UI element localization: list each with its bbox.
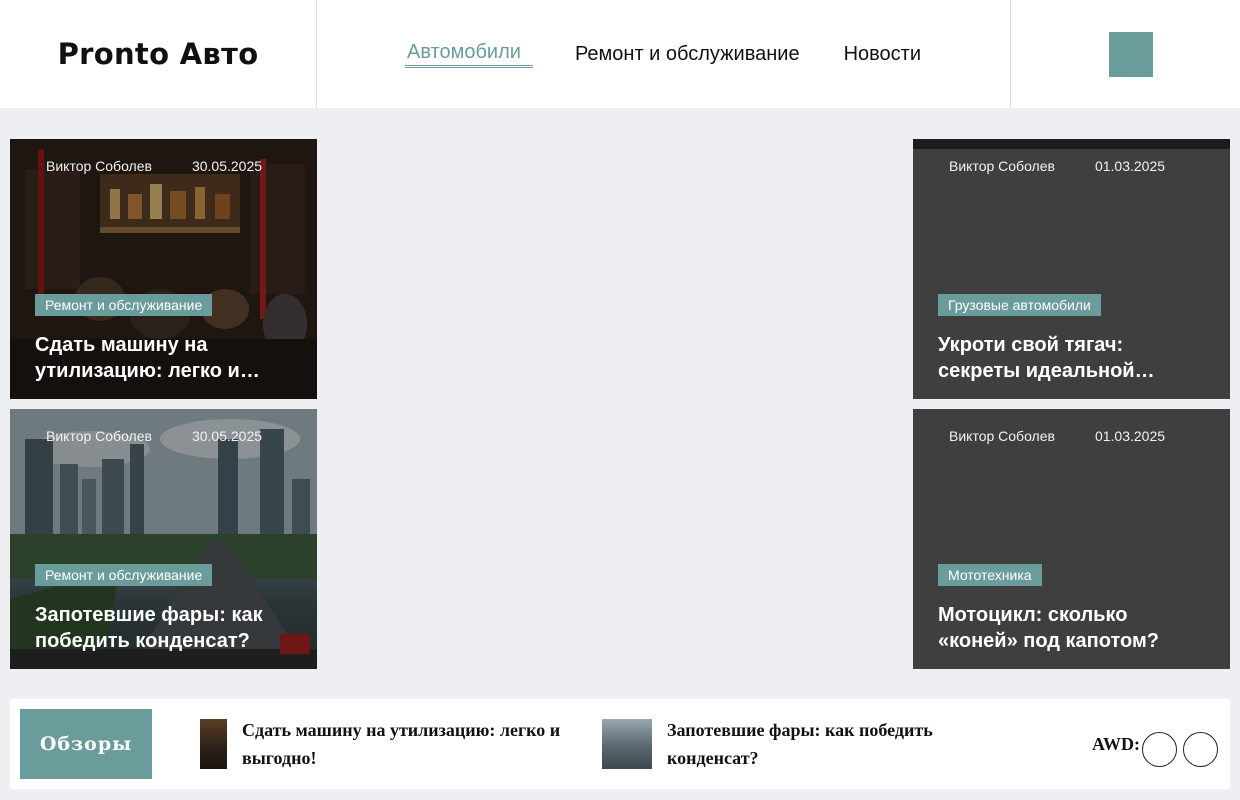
review-title[interactable]: Запотевшие фары: как победить конденсат?: [667, 716, 962, 772]
review-item[interactable]: Запотевшие фары: как победить конденсат?: [602, 709, 962, 779]
article-card[interactable]: Виктор Соболев 01.03.2025 Грузовые автом…: [913, 139, 1230, 399]
article-meta: Виктор Соболев 01.03.2025: [949, 158, 1165, 174]
category-tag[interactable]: Ремонт и обслуживание: [35, 294, 213, 316]
review-item[interactable]: AWD: … вам г…: [1092, 709, 1140, 779]
reviews-strip: Обзоры Сдать машину на утилизацию: легко…: [10, 699, 1230, 789]
review-thumbnail[interactable]: [200, 719, 227, 769]
nav-item-news[interactable]: Новости: [842, 43, 923, 66]
article-date: 01.03.2025: [1094, 158, 1166, 174]
carousel-next-button[interactable]: [1183, 732, 1218, 767]
article-date: 30.05.2025: [191, 428, 263, 444]
logo-cell: Pronto Авто: [0, 0, 317, 108]
article-card[interactable]: Виктор Соболев 30.05.2025 Ремонт и обслу…: [10, 139, 317, 399]
article-author[interactable]: Виктор Соболев: [46, 428, 152, 444]
article-title[interactable]: Запотевшие фары: как победить конденсат?: [35, 602, 295, 654]
article-card[interactable]: Виктор Соболев 01.03.2025 Мототехника Мо…: [913, 409, 1230, 669]
review-title[interactable]: AWD: … вам г…: [1092, 730, 1140, 758]
category-tag[interactable]: Мототехника: [938, 564, 1042, 586]
review-thumbnail[interactable]: [602, 719, 652, 769]
article-title[interactable]: Мотоцикл: сколько «коней» под капотом?: [938, 602, 1188, 654]
menu-button[interactable]: [1109, 32, 1153, 77]
article-author[interactable]: Виктор Соболев: [949, 428, 1055, 444]
carousel-prev-button[interactable]: [1142, 732, 1177, 767]
article-date: 30.05.2025: [191, 158, 263, 174]
header-actions: [1010, 0, 1240, 108]
category-tag[interactable]: Грузовые автомобили: [938, 294, 1101, 316]
article-title[interactable]: Сдать машину на утилизацию: легко и…: [35, 332, 285, 384]
article-meta: Виктор Соболев 01.03.2025: [949, 428, 1165, 444]
review-title[interactable]: Сдать машину на утилизацию: легко и выго…: [242, 716, 580, 772]
article-date: 01.03.2025: [1094, 428, 1166, 444]
image-strip: [913, 139, 1230, 149]
article-author[interactable]: Виктор Соболев: [46, 158, 152, 174]
site-header: Pronto Авто Автомобили Ремонт и обслужив…: [0, 0, 1240, 108]
article-title[interactable]: Укроти свой тягач: секреты идеальной…: [938, 332, 1188, 384]
article-card[interactable]: Виктор Соболев 30.05.2025 Ремонт и обслу…: [10, 409, 317, 669]
article-meta: Виктор Соболев 30.05.2025: [46, 158, 262, 174]
category-tag[interactable]: Ремонт и обслуживание: [35, 564, 213, 586]
site-logo[interactable]: Pronto Авто: [58, 37, 259, 71]
nav-item-repair[interactable]: Ремонт и обслуживание: [573, 43, 802, 66]
article-author[interactable]: Виктор Соболев: [949, 158, 1055, 174]
article-meta: Виктор Соболев 30.05.2025: [46, 428, 262, 444]
reviews-label[interactable]: Обзоры: [20, 709, 152, 779]
review-item[interactable]: Сдать машину на утилизацию: легко и выго…: [200, 709, 580, 779]
nav-item-cars[interactable]: Автомобили: [405, 41, 533, 68]
main-nav: Автомобили Ремонт и обслуживание Новости: [317, 0, 1011, 108]
